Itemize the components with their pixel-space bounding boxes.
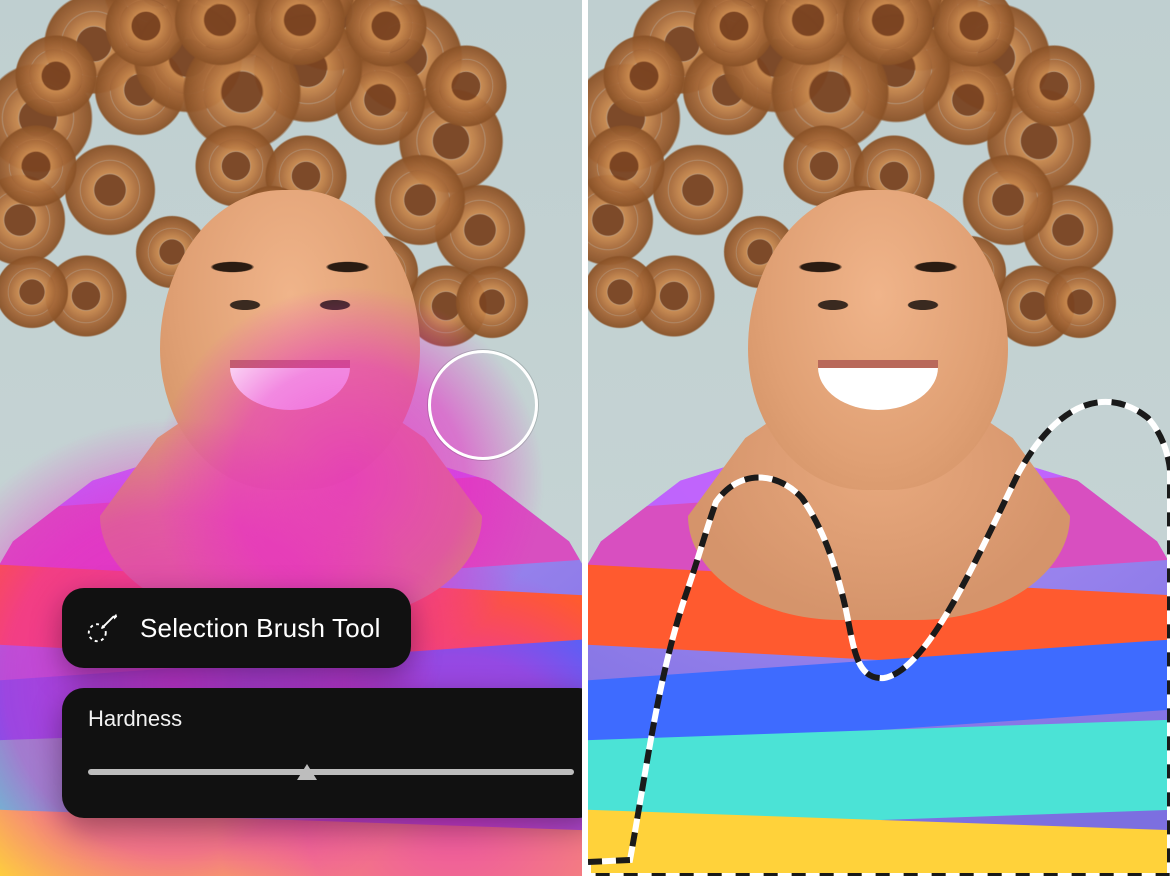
selection-brush-tool-chip[interactable]: Selection Brush Tool bbox=[62, 588, 411, 668]
hardness-label: Hardness bbox=[88, 706, 574, 732]
before-panel: Selection Brush Tool Hardness bbox=[0, 0, 582, 876]
hardness-slider-track bbox=[88, 769, 574, 775]
tool-name-label: Selection Brush Tool bbox=[140, 613, 381, 644]
portrait-illustration-right bbox=[588, 0, 1170, 876]
hardness-slider-thumb[interactable] bbox=[295, 762, 319, 782]
hardness-panel: Hardness bbox=[62, 688, 582, 818]
after-panel: .ants { fill: none; stroke-width: 6; str… bbox=[588, 0, 1170, 876]
selection-brush-icon bbox=[84, 610, 120, 646]
comparison-stage: Selection Brush Tool Hardness bbox=[0, 0, 1170, 876]
hardness-slider[interactable] bbox=[88, 748, 574, 796]
